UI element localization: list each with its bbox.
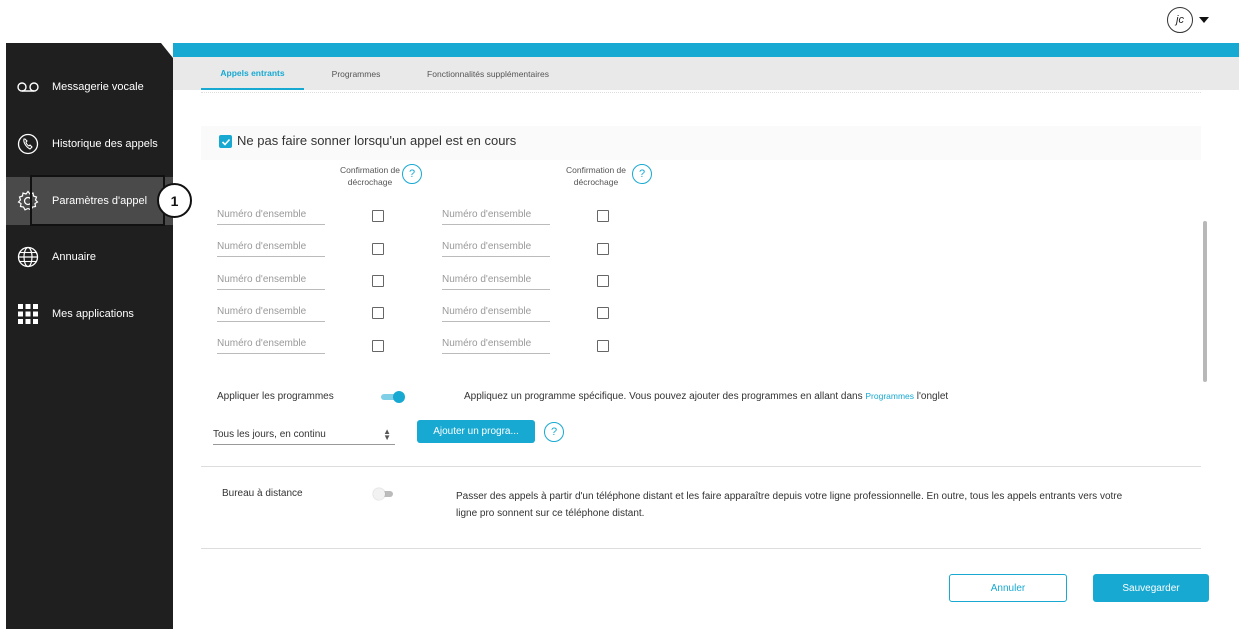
tab-additional-features[interactable]: Fonctionnalités supplémentaires bbox=[413, 57, 563, 90]
no-ring-checkbox[interactable] bbox=[219, 135, 232, 148]
number-field[interactable]: Numéro d'ensemble bbox=[217, 336, 325, 354]
apply-schedules-label: Appliquer les programmes bbox=[217, 391, 334, 402]
number-field[interactable]: Numéro d'ensemble bbox=[217, 304, 325, 322]
description-text: Appliquez un programme spécifique. Vous … bbox=[464, 391, 863, 402]
annotation-marker: 1 bbox=[157, 183, 192, 218]
schedules-link[interactable]: Programmes bbox=[865, 391, 914, 401]
pickup-confirm-checkbox[interactable] bbox=[597, 243, 609, 255]
sidebar-item-call-settings[interactable]: Paramètres d'appel bbox=[6, 177, 173, 225]
sidebar-item-label: Mes applications bbox=[52, 308, 134, 320]
add-schedule-button[interactable]: Ajouter un progra... bbox=[417, 420, 535, 443]
sidebar: Messagerie vocale Historique des appels … bbox=[6, 43, 173, 629]
sidebar-item-label: Historique des appels bbox=[52, 138, 158, 150]
remote-office-label: Bureau à distance bbox=[222, 488, 303, 499]
avatar[interactable]: jc bbox=[1167, 7, 1193, 33]
save-button[interactable]: Sauvegarder bbox=[1093, 574, 1209, 602]
scrolled-content-edge bbox=[201, 90, 1201, 93]
pickup-confirm-checkbox[interactable] bbox=[597, 210, 609, 222]
number-field[interactable]: Numéro d'ensemble bbox=[217, 239, 325, 257]
number-field[interactable]: Numéro d'ensemble bbox=[442, 207, 550, 225]
number-field[interactable]: Numéro d'ensemble bbox=[442, 336, 550, 354]
apps-grid-icon bbox=[16, 302, 40, 326]
column-header-pickup-confirm-2: Confirmation de décrochage bbox=[566, 165, 627, 187]
select-arrows-icon: ▲ ▼ bbox=[383, 427, 391, 442]
user-menu[interactable]: jc bbox=[1167, 7, 1209, 33]
toggle-knob bbox=[373, 488, 385, 500]
header-band bbox=[173, 43, 1239, 57]
remote-office-toggle[interactable] bbox=[373, 488, 397, 500]
divider bbox=[201, 466, 1201, 467]
column-header-pickup-confirm-1: Confirmation de décrochage bbox=[340, 165, 401, 187]
sidebar-item-voicemail[interactable]: Messagerie vocale bbox=[6, 63, 173, 111]
toggle-knob bbox=[393, 391, 405, 403]
help-icon[interactable]: ? bbox=[632, 164, 652, 184]
sidebar-item-label: Messagerie vocale bbox=[52, 81, 144, 93]
cancel-button[interactable]: Annuler bbox=[949, 574, 1067, 602]
number-field[interactable]: Numéro d'ensemble bbox=[442, 272, 550, 290]
tab-schedules[interactable]: Programmes bbox=[316, 57, 396, 90]
apply-schedules-description: Appliquez un programme spécifique. Vous … bbox=[464, 391, 948, 402]
apply-schedules-toggle[interactable] bbox=[381, 391, 405, 403]
sidebar-item-call-history[interactable]: Historique des appels bbox=[6, 120, 173, 168]
help-icon[interactable]: ? bbox=[402, 164, 422, 184]
sidebar-item-label: Annuaire bbox=[52, 251, 97, 263]
sidebar-item-label: Paramètres d'appel bbox=[52, 195, 148, 207]
pickup-confirm-checkbox[interactable] bbox=[372, 275, 384, 287]
number-field[interactable]: Numéro d'ensemble bbox=[217, 207, 325, 225]
number-field[interactable]: Numéro d'ensemble bbox=[217, 272, 325, 290]
gear-icon bbox=[16, 189, 40, 213]
divider bbox=[201, 548, 1201, 549]
schedule-select-value: Tous les jours, en continu bbox=[213, 429, 326, 440]
tab-bar: Appels entrants Programmes Fonctionnalit… bbox=[173, 57, 1239, 90]
help-icon[interactable]: ? bbox=[544, 422, 564, 442]
app-page: jc Messagerie vocale Historique des appe… bbox=[0, 0, 1239, 629]
number-field[interactable]: Numéro d'ensemble bbox=[442, 239, 550, 257]
pickup-confirm-checkbox[interactable] bbox=[372, 340, 384, 352]
pickup-confirm-checkbox[interactable] bbox=[372, 210, 384, 222]
call-history-icon bbox=[16, 132, 40, 156]
pickup-confirm-checkbox[interactable] bbox=[597, 275, 609, 287]
pickup-confirm-checkbox[interactable] bbox=[597, 340, 609, 352]
pickup-confirm-checkbox[interactable] bbox=[597, 307, 609, 319]
tab-incoming-calls[interactable]: Appels entrants bbox=[201, 57, 304, 90]
pickup-confirm-checkbox[interactable] bbox=[372, 307, 384, 319]
number-field[interactable]: Numéro d'ensemble bbox=[442, 304, 550, 322]
schedule-select[interactable]: Tous les jours, en continu ▲ ▼ bbox=[213, 427, 395, 445]
no-ring-label: Ne pas faire sonner lorsqu'un appel est … bbox=[237, 133, 517, 148]
scrollbar[interactable] bbox=[1203, 221, 1207, 382]
sidebar-item-applications[interactable]: Mes applications bbox=[6, 290, 173, 338]
globe-icon bbox=[16, 245, 40, 269]
chevron-down-icon[interactable] bbox=[1199, 17, 1209, 23]
settings-content: Ne pas faire sonner lorsqu'un appel est … bbox=[201, 90, 1201, 550]
voicemail-icon bbox=[16, 75, 40, 99]
remote-office-description: Passer des appels à partir d'un téléphon… bbox=[456, 491, 1123, 519]
sidebar-item-directory[interactable]: Annuaire bbox=[6, 233, 173, 281]
description-suffix: l'onglet bbox=[916, 391, 949, 402]
pickup-confirm-checkbox[interactable] bbox=[372, 243, 384, 255]
checkmark-icon bbox=[221, 138, 230, 146]
